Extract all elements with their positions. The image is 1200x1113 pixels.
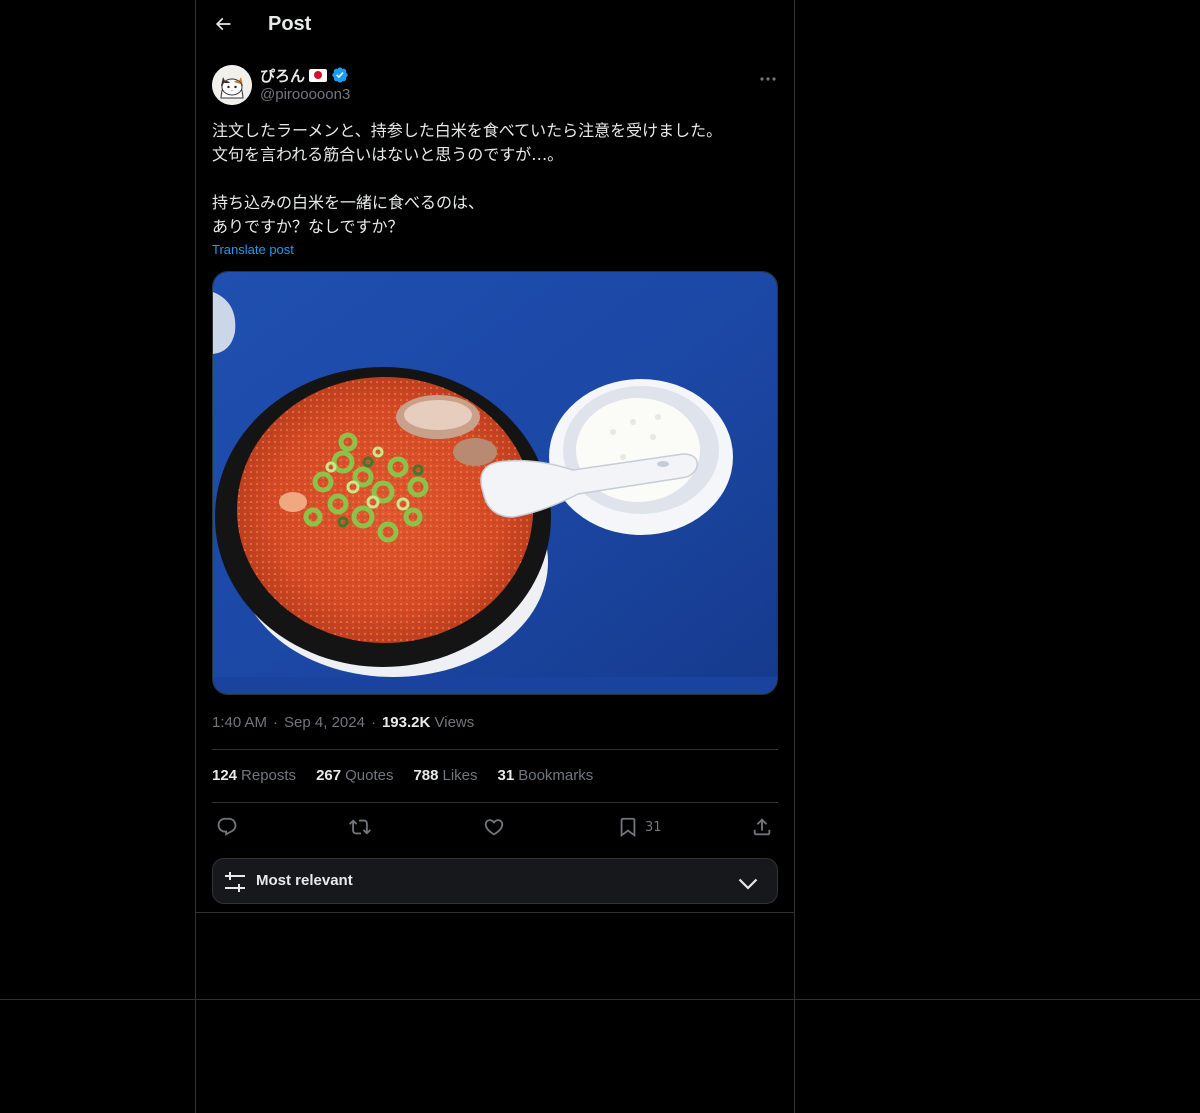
divider xyxy=(0,999,1200,1000)
post-actions: 31 xyxy=(212,812,778,842)
post-meta: 1:40 AM · Sep 4, 2024 · 193.2K Views xyxy=(212,714,474,731)
avatar[interactable] xyxy=(212,65,252,105)
author-display-name: ぴろん xyxy=(260,66,306,85)
author-handle[interactable]: @pirooooon3 xyxy=(260,86,350,103)
reposts-label: Reposts xyxy=(241,767,297,784)
more-dots-icon xyxy=(760,66,776,85)
sliders-icon xyxy=(225,872,245,892)
author-name[interactable]: ぴろん xyxy=(260,65,349,85)
page: Post ぴろん @pirooooon3 注文したラーメンと、持参した白米を食べ… xyxy=(0,0,1200,1113)
bookmarks-stat[interactable]: 31 Bookmarks xyxy=(498,767,594,784)
arrow-left-icon xyxy=(213,14,233,38)
quotes-count: 267 xyxy=(316,767,342,784)
reply-icon xyxy=(217,817,237,836)
japan-flag-icon xyxy=(309,68,328,82)
divider xyxy=(196,912,794,913)
divider xyxy=(212,802,778,803)
like-button[interactable] xyxy=(483,814,505,840)
post-time[interactable]: 1:40 AM xyxy=(212,714,267,731)
page-header: Post xyxy=(196,0,794,54)
chevron-down-icon xyxy=(738,878,758,890)
likes-label: Likes xyxy=(442,767,478,784)
verified-badge-icon[interactable] xyxy=(331,66,349,84)
reposts-count: 124 xyxy=(212,767,238,784)
quotes-stat[interactable]: 267 Quotes xyxy=(316,767,393,784)
post-text: 注文したラーメンと、持参した白米を食べていたら注意を受けました。 文句を言われる… xyxy=(212,121,723,236)
meta-separator: · xyxy=(273,714,279,731)
reply-sort-dropdown[interactable]: Most relevant xyxy=(212,858,778,904)
likes-count: 788 xyxy=(413,767,439,784)
bookmark-action-count: 31 xyxy=(645,819,662,835)
heart-icon xyxy=(484,819,504,836)
reply-button[interactable] xyxy=(216,814,238,840)
quotes-label: Quotes xyxy=(345,767,394,784)
repost-button[interactable] xyxy=(349,814,371,840)
bookmark-icon xyxy=(620,817,636,838)
views-label: Views xyxy=(434,714,475,731)
views-count: 193.2K xyxy=(381,714,431,731)
meta-separator: · xyxy=(370,714,376,731)
divider xyxy=(212,749,778,750)
post-image[interactable] xyxy=(212,271,778,695)
bookmark-button[interactable]: 31 xyxy=(617,814,662,840)
share-icon xyxy=(753,818,771,836)
left-column-border xyxy=(195,0,196,1113)
page-title: Post xyxy=(268,13,312,35)
likes-stat[interactable]: 788 Likes xyxy=(413,767,477,784)
more-options-button[interactable] xyxy=(756,64,780,86)
post-date[interactable]: Sep 4, 2024 xyxy=(284,714,365,731)
bookmarks-count: 31 xyxy=(497,767,515,784)
reposts-stat[interactable]: 124 Reposts xyxy=(212,767,296,784)
translate-post-link[interactable]: Translate post xyxy=(212,242,294,257)
right-column-border xyxy=(794,0,795,1113)
ramen-photo xyxy=(213,272,777,694)
bookmarks-label: Bookmarks xyxy=(518,767,594,784)
share-button[interactable] xyxy=(751,814,773,840)
repost-icon xyxy=(349,819,371,835)
sort-label: Most relevant xyxy=(256,872,353,889)
post-stats: 124 Reposts 267 Quotes 788 Likes 31 Bookmark… xyxy=(212,767,593,784)
back-button[interactable] xyxy=(204,7,242,45)
